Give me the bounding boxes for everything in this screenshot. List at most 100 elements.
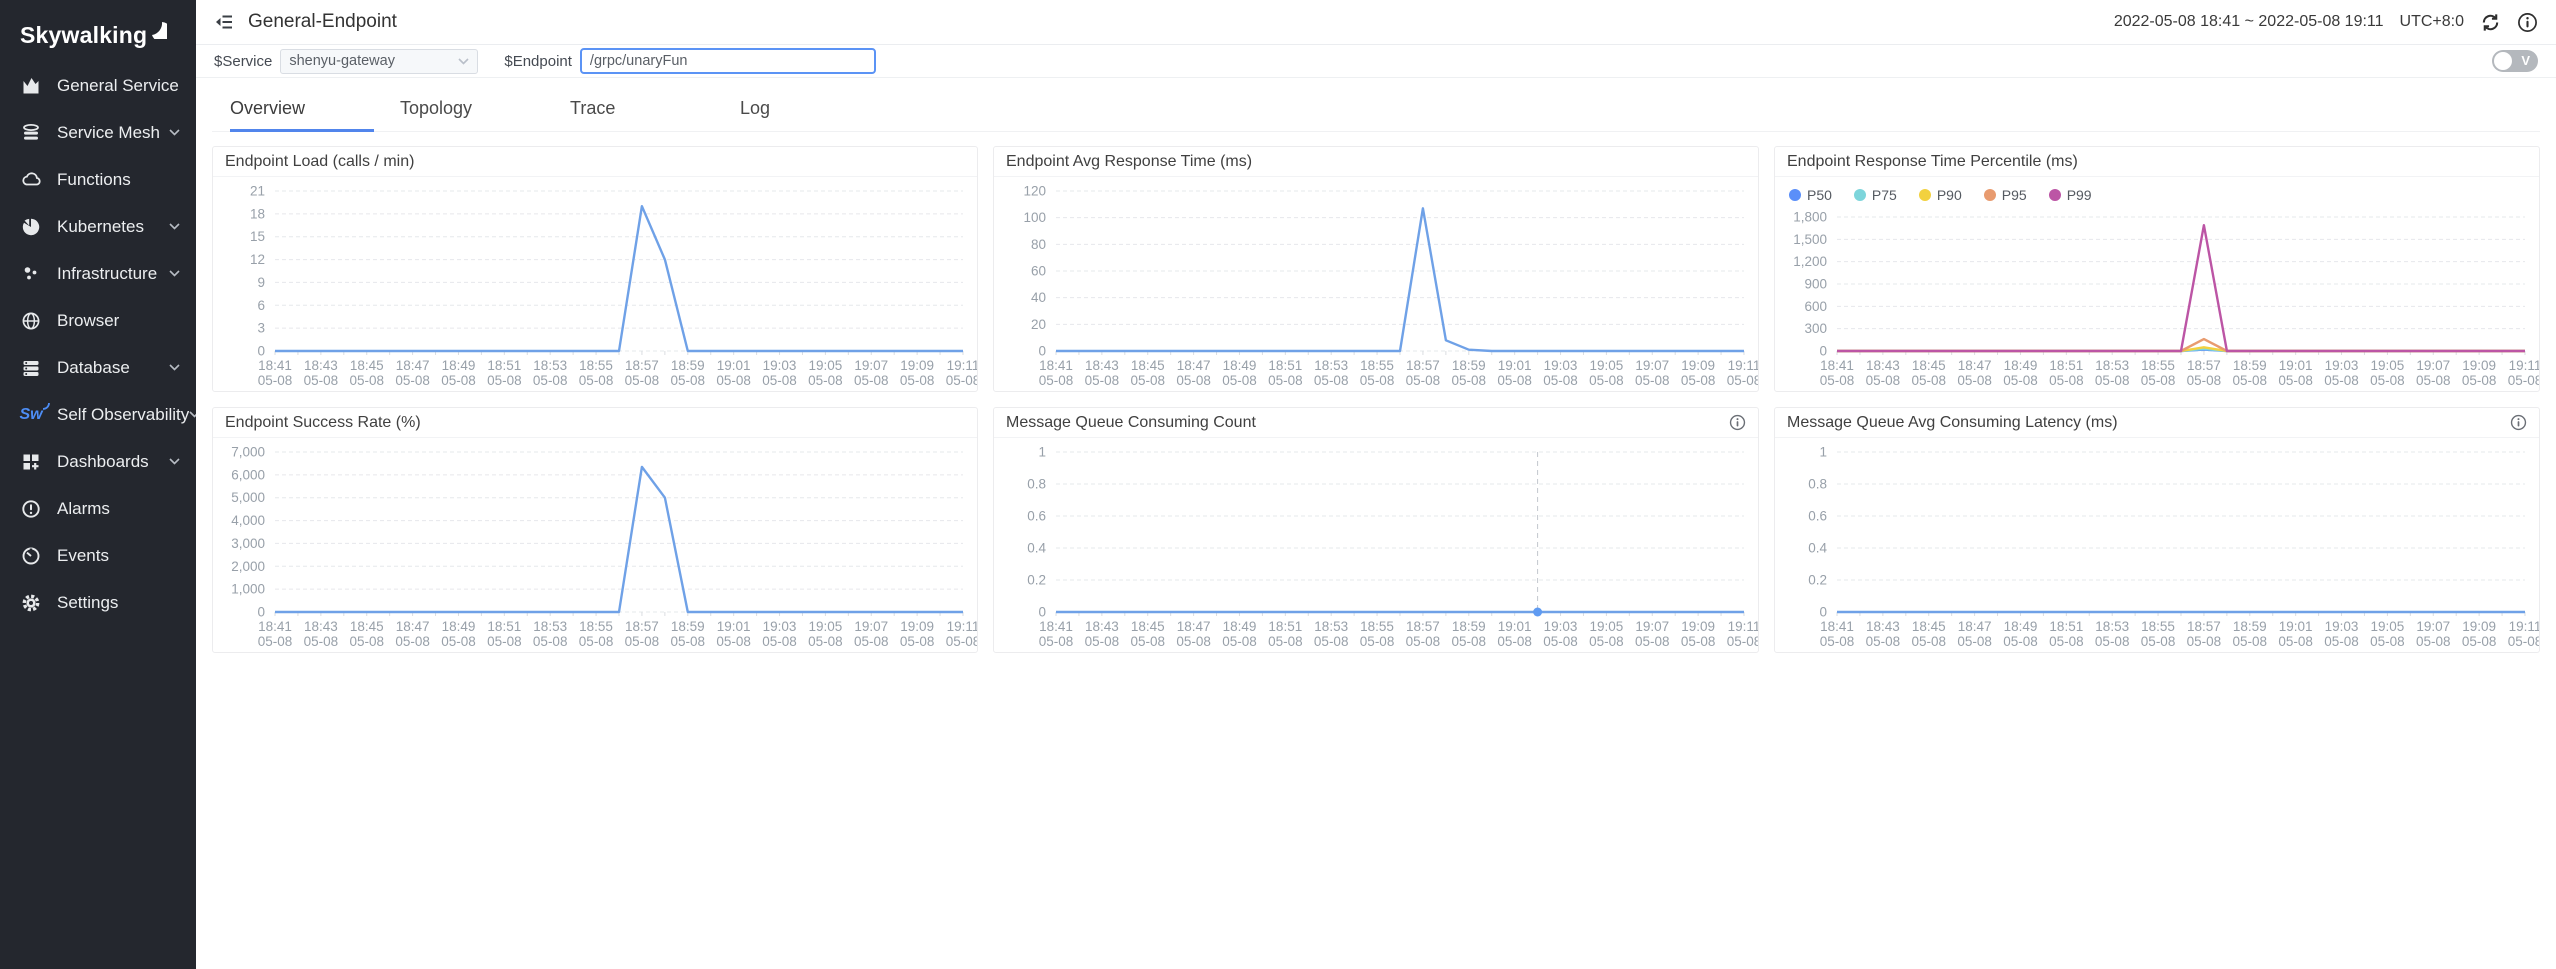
sidebar-item-infrastructure[interactable]: Infrastructure [0, 250, 196, 297]
svg-text:05-08: 05-08 [487, 373, 522, 388]
cloud-icon [20, 169, 42, 191]
svg-text:05-08: 05-08 [1911, 373, 1946, 388]
svg-text:1: 1 [1819, 445, 1827, 460]
svg-text:05-08: 05-08 [258, 373, 293, 388]
alarm-icon [20, 498, 42, 520]
svg-text:05-08: 05-08 [808, 373, 843, 388]
main-area: General-Endpoint 2022-05-08 18:41 ~ 2022… [196, 0, 2556, 969]
svg-text:0: 0 [1819, 344, 1827, 359]
mq-consuming-latency-chart[interactable]: 00.20.40.60.8118:4105-0818:4305-0818:450… [1775, 438, 2539, 652]
svg-text:05-08: 05-08 [2278, 634, 2313, 649]
svg-text:18:51: 18:51 [1268, 358, 1302, 373]
svg-text:0.8: 0.8 [1027, 477, 1046, 492]
sidebar-item-dashboards[interactable]: Dashboards [0, 438, 196, 485]
time-range-picker[interactable]: 2022-05-08 18:41 ~ 2022-05-08 19:11 [2114, 13, 2384, 31]
tab-trace[interactable]: Trace [570, 92, 740, 131]
svg-text:60: 60 [1031, 264, 1046, 279]
chart-title: Message Queue Avg Consuming Latency (ms) [1787, 414, 2510, 432]
svg-text:19:01: 19:01 [1498, 358, 1532, 373]
sidebar-item-label: Database [57, 358, 130, 378]
svg-text:19:03: 19:03 [1544, 619, 1578, 634]
svg-text:19:01: 19:01 [717, 619, 751, 634]
svg-text:18:55: 18:55 [2141, 619, 2175, 634]
version-toggle[interactable]: V [2492, 50, 2538, 72]
svg-text:05-08: 05-08 [854, 373, 889, 388]
svg-text:18:59: 18:59 [2233, 358, 2267, 373]
svg-text:05-08: 05-08 [1406, 634, 1441, 649]
tab-overview[interactable]: Overview [230, 92, 400, 131]
chart-title: Endpoint Success Rate (%) [225, 414, 965, 432]
refresh-icon[interactable] [2480, 12, 2501, 33]
sidebar-item-browser[interactable]: Browser [0, 297, 196, 344]
svg-text:05-08: 05-08 [1268, 373, 1303, 388]
svg-text:18:55: 18:55 [1360, 619, 1394, 634]
svg-text:18:47: 18:47 [396, 619, 430, 634]
gear-icon [20, 592, 42, 614]
avg-response-time-chart[interactable]: 02040608010012018:4105-0818:4305-0818:45… [994, 177, 1758, 391]
legend-item-P90[interactable]: P90 [1919, 187, 1962, 203]
legend-item-P75[interactable]: P75 [1854, 187, 1897, 203]
tab-log[interactable]: Log [740, 92, 910, 131]
response-time-percentile-chart[interactable]: 03006009001,2001,5001,80018:4105-0818:43… [1775, 203, 2539, 391]
tab-topology[interactable]: Topology [400, 92, 570, 131]
svg-text:0: 0 [257, 605, 265, 620]
svg-text:19:09: 19:09 [2462, 358, 2496, 373]
svg-text:05-08: 05-08 [2370, 634, 2405, 649]
sidebar-item-general-service[interactable]: General Service [0, 62, 196, 109]
service-select[interactable]: shenyu-gateway [280, 49, 478, 74]
success-rate-chart[interactable]: 01,0002,0003,0004,0005,0006,0007,00018:4… [213, 438, 977, 652]
app-root: Skywalking General Service Service Mesh … [0, 0, 2556, 969]
svg-text:18:49: 18:49 [1223, 619, 1257, 634]
sidebar-item-kubernetes[interactable]: Kubernetes [0, 203, 196, 250]
svg-text:05-08: 05-08 [854, 634, 889, 649]
svg-text:19:05: 19:05 [2371, 358, 2405, 373]
percentile-legend: P50 P75 P90 P95 P99 [1775, 177, 2539, 203]
svg-text:05-08: 05-08 [1176, 634, 1211, 649]
collapse-sidebar-icon[interactable] [214, 12, 234, 32]
mq-consuming-count-chart[interactable]: 00.20.40.60.8118:4105-0818:4305-0818:450… [994, 438, 1758, 652]
svg-text:19:09: 19:09 [1681, 358, 1715, 373]
svg-text:19:03: 19:03 [2325, 619, 2359, 634]
svg-text:05-08: 05-08 [2003, 634, 2038, 649]
legend-item-P50[interactable]: P50 [1789, 187, 1832, 203]
svg-text:05-08: 05-08 [900, 634, 935, 649]
sidebar-item-database[interactable]: Database [0, 344, 196, 391]
svg-text:0.2: 0.2 [1027, 573, 1046, 588]
topbar-right: 2022-05-08 18:41 ~ 2022-05-08 19:11 UTC+… [2114, 12, 2538, 33]
svg-text:18:43: 18:43 [1085, 358, 1119, 373]
sidebar-item-events[interactable]: Events [0, 532, 196, 579]
svg-text:05-08: 05-08 [2049, 634, 2084, 649]
sidebar-item-settings[interactable]: Settings [0, 579, 196, 626]
svg-text:18:51: 18:51 [2049, 358, 2083, 373]
svg-text:05-08: 05-08 [1820, 373, 1855, 388]
info-icon[interactable] [2510, 414, 2527, 431]
content: Overview Topology Trace Log Endpoint Loa… [196, 78, 2556, 653]
svg-text:18:43: 18:43 [1866, 619, 1900, 634]
svg-text:05-08: 05-08 [349, 634, 384, 649]
endpoint-load-chart[interactable]: 03691215182118:4105-0818:4305-0818:4505-… [213, 177, 977, 391]
svg-text:18:57: 18:57 [625, 358, 659, 373]
svg-text:19:11: 19:11 [1728, 619, 1758, 634]
svg-text:18:49: 18:49 [1223, 358, 1257, 373]
chevron-down-icon [169, 129, 180, 136]
database-icon [20, 357, 42, 379]
svg-text:19:11: 19:11 [1728, 358, 1758, 373]
sidebar-item-service-mesh[interactable]: Service Mesh [0, 109, 196, 156]
info-icon[interactable] [2517, 12, 2538, 33]
endpoint-input[interactable] [580, 48, 876, 74]
legend-item-P99[interactable]: P99 [2049, 187, 2092, 203]
toggle-label: V [2521, 53, 2530, 68]
svg-text:05-08: 05-08 [2141, 634, 2176, 649]
svg-text:19:09: 19:09 [900, 619, 934, 634]
charts-grid: Endpoint Load (calls / min) 036912151821… [212, 146, 2540, 653]
info-icon[interactable] [1729, 414, 1746, 431]
svg-text:18:51: 18:51 [2049, 619, 2083, 634]
sidebar-item-self-observability[interactable]: Sw Self Observability [0, 391, 196, 438]
svg-text:18:59: 18:59 [671, 358, 705, 373]
skywalking-logo[interactable]: Skywalking [0, 0, 196, 62]
legend-item-P95[interactable]: P95 [1984, 187, 2027, 203]
sidebar-item-alarms[interactable]: Alarms [0, 485, 196, 532]
svg-text:3: 3 [257, 321, 265, 336]
sidebar-item-functions[interactable]: Functions [0, 156, 196, 203]
svg-text:9: 9 [257, 275, 265, 290]
